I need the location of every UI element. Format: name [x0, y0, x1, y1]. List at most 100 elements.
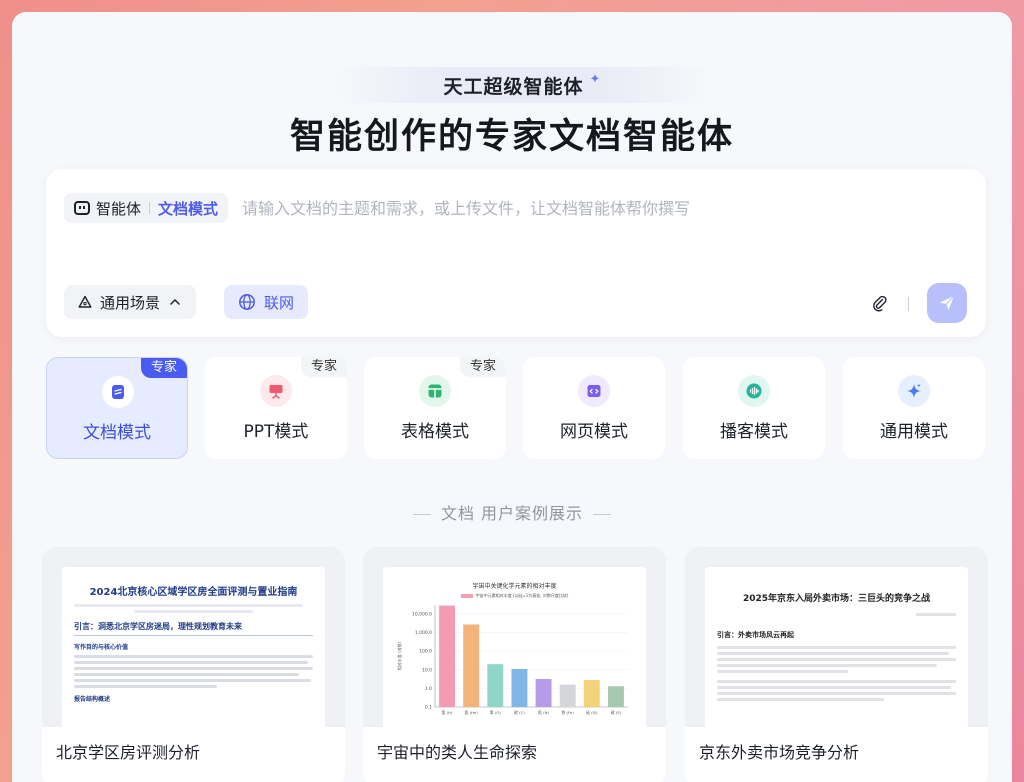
table-icon: [419, 375, 451, 407]
web-search-toggle[interactable]: 联网: [224, 285, 309, 319]
mode-label: PPT模式: [243, 422, 309, 442]
pill-divider: [149, 202, 151, 214]
audio-wave-icon: [738, 375, 770, 407]
chart-bar: [487, 664, 504, 707]
preview-text-line: [717, 658, 956, 661]
mode-card-general[interactable]: 通用模式: [843, 357, 985, 459]
y-axis-label: 相对丰度 (对数): [396, 641, 402, 670]
case-card-jd[interactable]: 2025年京东入局外卖市场：三巨头的竞争之战 引言：外卖市场风云再起 京东外卖市…: [685, 547, 988, 782]
preview-doc-heading: 引言：外卖市场风云再起: [717, 631, 794, 639]
agent-mode-pill[interactable]: 智能体 文档模式: [64, 193, 229, 223]
app-frame: 天工超级智能体 ✦ 智能创作的专家文档智能体 智能体 文档模式 通用场景 联网: [12, 12, 1012, 782]
mode-card-table[interactable]: 专家 表格模式: [364, 357, 506, 459]
x-tick-label: 氧 (O): [490, 710, 501, 715]
preview-text-line: [74, 679, 311, 682]
subtitle: 天工超级智能体: [443, 75, 584, 98]
preview-doc-meta: [717, 610, 956, 620]
case-preview: 2024北京核心区域学区房全面评测与置业指南 引言：洞悉北京学区房迷局，理性规划…: [62, 567, 325, 727]
preview-text-line: [74, 655, 313, 658]
divider-line: [593, 514, 612, 515]
mode-card-document[interactable]: 专家 文档模式: [46, 357, 188, 459]
web-label: 联网: [264, 293, 295, 312]
mode-card-webpage[interactable]: 网页模式: [523, 357, 665, 459]
current-mode-label: 文档模式: [158, 199, 219, 218]
preview-text-line: [717, 652, 949, 655]
mode-label: 表格模式: [401, 422, 469, 442]
chart-bar: [607, 686, 624, 707]
preview-text-line: [717, 670, 849, 673]
scene-label: 通用场景: [100, 293, 161, 312]
mode-card-podcast[interactable]: 播客模式: [683, 357, 825, 459]
attach-file-button[interactable]: [870, 293, 890, 313]
x-tick-label: 铁 (Fe): [562, 710, 575, 715]
mode-label: 网页模式: [560, 422, 628, 442]
chart-legend: 宇宙中元素相对丰度 (以硅=1为基准, 对数尺度比较): [395, 593, 634, 599]
preview-doc-heading: 引言：洞悉北京学区房迷局，理性规划教育未来: [74, 621, 313, 636]
y-tick-label: 1,000.0: [415, 630, 432, 636]
y-tick-label: 10,000.0: [412, 611, 432, 617]
code-icon: [578, 375, 610, 407]
globe-icon: [239, 294, 255, 310]
prompt-input[interactable]: [242, 195, 942, 221]
chart-bar: [511, 668, 528, 707]
mode-card-ppt[interactable]: 专家 PPT模式: [205, 357, 347, 459]
scene-selector-button[interactable]: 通用场景: [64, 285, 197, 319]
chart-bar: [439, 605, 456, 707]
preview-text-line: [74, 604, 304, 607]
x-tick-label: 碳 (C): [514, 710, 525, 715]
sparkle-icon: [898, 375, 930, 407]
x-tick-label: 硫 (S): [611, 710, 622, 715]
chart-bar: [559, 684, 576, 707]
case-preview: 宇宙中关键化学元素的相对丰度 宇宙中元素相对丰度 (以硅=1为基准, 对数尺度比…: [383, 567, 646, 727]
y-tick-label: 0.1: [425, 705, 432, 711]
y-tick-label: 100.0: [419, 649, 432, 655]
preview-text-line: [717, 680, 956, 683]
legend-swatch: [460, 594, 473, 598]
triangle-icon: [78, 295, 92, 308]
preview-text-line: [717, 698, 885, 701]
x-tick-label: 氮 (N): [538, 710, 549, 715]
preview-text-line: [133, 610, 254, 613]
preview-doc-subheading: 报告结构概述: [74, 696, 111, 703]
robot-icon: [74, 201, 90, 215]
preview-text-line: [74, 661, 309, 664]
case-caption: 京东外卖市场竞争分析: [685, 727, 988, 782]
legend-label: 宇宙中元素相对丰度 (以硅=1为基准, 对数尺度比较): [475, 593, 569, 598]
preview-text-line: [74, 685, 218, 688]
y-tick-label: 1.0: [425, 686, 432, 692]
chart-bar: [583, 680, 600, 707]
x-tick-label: 氦 (He): [465, 710, 479, 715]
sparkle-icon: ✦: [589, 71, 601, 87]
case-card-universe[interactable]: 宇宙中关键化学元素的相对丰度 宇宙中元素相对丰度 (以硅=1为基准, 对数尺度比…: [363, 547, 666, 782]
send-button[interactable]: [927, 283, 967, 323]
divider-line: [412, 514, 431, 515]
case-card-beijing[interactable]: 2024北京核心区域学区房全面评测与置业指南 引言：洞悉北京学区房迷局，理性规划…: [42, 547, 345, 782]
presentation-icon: [260, 375, 292, 407]
bar-chart: 相对丰度 (对数) 10,000.0 1,000.0 100.0 10.0 1.0 0.1 氢…: [396, 605, 628, 715]
preview-doc-title: 2024北京核心区域学区房全面评测与置业指南: [89, 587, 298, 598]
chart-bar: [535, 678, 552, 707]
section-title: 文档 用户案例展示: [12, 500, 1012, 524]
chevron-up-icon: [170, 298, 180, 305]
mode-label: 文档模式: [83, 423, 151, 443]
expert-badge: 专家: [300, 357, 347, 377]
preview-text-line: [717, 692, 956, 695]
case-caption: 北京学区房评测分析: [42, 727, 345, 782]
expert-badge: 专家: [140, 358, 187, 378]
x-tick-label: 硅 (Si): [586, 710, 598, 715]
agent-label: 智能体: [96, 199, 142, 218]
y-tick-label: 10.0: [422, 667, 432, 673]
preview-text-line: [717, 646, 956, 649]
subtitle-banner: 天工超级智能体 ✦: [332, 67, 712, 103]
section-title-text: 文档 用户案例展示: [440, 504, 584, 523]
mode-label: 通用模式: [880, 422, 948, 442]
paperclip-icon: [873, 295, 887, 312]
chart-title: 宇宙中关键化学元素的相对丰度: [472, 583, 557, 590]
mode-label: 播客模式: [720, 422, 788, 442]
preview-text-line: [717, 686, 952, 689]
chart-bar: [463, 624, 480, 707]
case-preview: 2025年京东入局外卖市场：三巨头的竞争之战 引言：外卖市场风云再起: [705, 567, 968, 727]
toolbar-divider: [908, 297, 909, 311]
document-icon: [102, 376, 134, 408]
expert-badge: 专家: [459, 357, 506, 377]
